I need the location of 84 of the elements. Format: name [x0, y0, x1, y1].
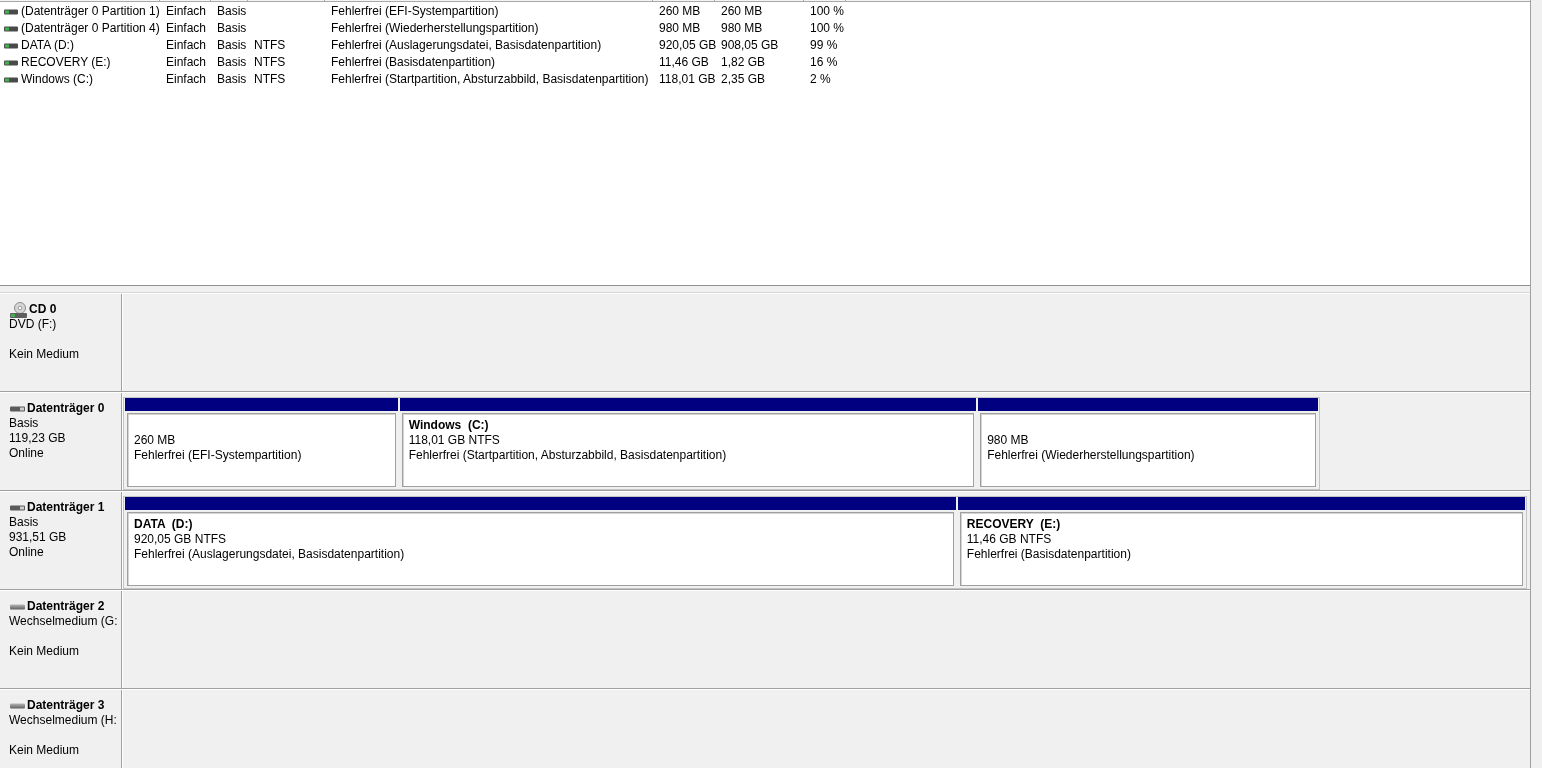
table-cell-text: 980 MB	[658, 20, 702, 37]
pane-splitter[interactable]	[0, 285, 1530, 293]
disk-status: Kein Medium	[9, 743, 80, 757]
partition-status: Fehlerfrei (Wiederherstellungspartition)	[987, 448, 1195, 463]
partition-status: Fehlerfrei (Startpartition, Absturzabbild, Basisdatenpartition)	[408, 448, 727, 463]
table-cell-text: Fehlerfrei (EFI-Systempartition)	[330, 3, 500, 20]
partition-status: Fehlerfrei (Auslagerungsdatei, Basisdatenpartition)	[134, 547, 405, 562]
table-cell-text: 908,05 GB	[720, 37, 780, 54]
disk-status: Kein Medium	[9, 644, 80, 658]
table-cell-text: Basis	[216, 20, 248, 37]
removable-drive-icon	[10, 702, 25, 709]
disk-type: DVD (F:)	[9, 317, 57, 331]
disk-status: Online	[9, 446, 44, 460]
drive-icon	[4, 59, 18, 66]
disc-drive-icon	[10, 301, 27, 318]
table-cell-text: Einfach	[165, 37, 208, 54]
disk-name: Datenträger 3	[27, 698, 105, 713]
partition-size: 980 MB	[987, 433, 1029, 448]
disk-status: Kein Medium	[9, 347, 80, 361]
volume-name[interactable]: (Datenträger 0 Partition 1)	[21, 3, 160, 20]
table-cell-text: 118,01 GB	[658, 71, 715, 88]
table-cell-text: Fehlerfrei (Auslagerungsdatei, Basisdatenpartition)	[330, 37, 603, 54]
drive-icon	[4, 42, 18, 49]
partition-size: 260 MB	[134, 433, 176, 448]
table-cell-text: 980 MB	[720, 20, 764, 37]
partition-status: Fehlerfrei (Basisdatenpartition)	[966, 547, 1131, 562]
partition-tile[interactable]: DATA (D:) 920,05 GB NTFS Fehlerfrei (Auslagerungsdatei, Basisdatenpartition)	[127, 512, 954, 586]
partition-tile[interactable]: 260 MB Fehlerfrei (EFI-Systempartition)	[127, 413, 396, 487]
table-cell-text: 100 %	[809, 3, 846, 20]
table-cell-text: 2,35 GB	[720, 71, 767, 88]
disk-size: 931,51 GB	[9, 530, 67, 544]
partition-size: 920,05 GB NTFS	[134, 532, 227, 547]
table-cell-text: Fehlerfrei (Wiederherstellungspartition)	[330, 20, 540, 37]
table-cell-text: Basis	[216, 71, 248, 88]
drive-icon	[4, 76, 18, 83]
table-cell-text: 11,46 GB	[658, 54, 710, 71]
disk-name: Datenträger 2	[27, 599, 105, 614]
table-cell-text: NTFS	[253, 71, 287, 88]
partition-size: 11,46 GB NTFS	[966, 532, 1052, 547]
disk-name: CD 0	[29, 302, 57, 317]
disk-size: 119,23 GB	[9, 431, 66, 445]
partition-name: RECOVERY (E:)	[966, 517, 1061, 532]
table-cell-text: 1,82 GB	[720, 54, 767, 71]
disk-type: Basis	[9, 515, 39, 529]
volume-name[interactable]: RECOVERY (E:)	[21, 54, 111, 71]
table-cell-text: Fehlerfrei (Startpartition, Absturzabbild, Basisdatenpartition)	[330, 71, 650, 88]
volume-name[interactable]: DATA (D:)	[21, 37, 74, 54]
partition-tile[interactable]: RECOVERY (E:) 11,46 GB NTFS Fehlerfrei (Basisdatenpartition)	[959, 512, 1523, 586]
disk-type: Wechselmedium (H:	[9, 713, 117, 727]
drive-icon	[4, 25, 18, 32]
partition-tile[interactable]: Windows (C:) 118,01 GB NTFS Fehlerfrei (Startpartition, Absturzabbild, Basisdatenpartition)	[401, 413, 975, 487]
disk-name: Datenträger 0	[27, 401, 105, 416]
table-cell-text: 99 %	[809, 37, 839, 54]
table-cell-text: Einfach	[165, 54, 208, 71]
partition-status: Fehlerfrei (EFI-Systempartition)	[134, 448, 302, 463]
table-cell-text: 920,05 GB	[658, 37, 715, 54]
table-cell-text: 2 %	[809, 71, 832, 88]
volume-name[interactable]: Windows (C:)	[21, 71, 93, 88]
disk-type: Basis	[9, 416, 39, 430]
table-cell-text: Fehlerfrei (Basisdatenpartition)	[330, 54, 497, 71]
table-cell-text: Einfach	[165, 20, 208, 37]
removable-drive-icon	[10, 603, 25, 610]
table-cell-text: Einfach	[165, 3, 208, 20]
drive-icon	[10, 405, 25, 412]
disk-status: Online	[9, 545, 44, 559]
partition-tile[interactable]: 980 MB Fehlerfrei (Wiederherstellungspartition)	[980, 413, 1316, 487]
table-cell-text: Basis	[216, 37, 248, 54]
table-cell-text: Basis	[216, 3, 248, 20]
disk-name: Datenträger 1	[27, 500, 105, 515]
drive-icon	[10, 504, 25, 511]
table-cell-text: NTFS	[253, 37, 287, 54]
partition-name: DATA (D:)	[134, 517, 193, 532]
drive-icon	[4, 8, 18, 15]
table-cell-text: Basis	[216, 54, 248, 71]
volume-name[interactable]: (Datenträger 0 Partition 4)	[21, 20, 160, 37]
table-cell-text: 100 %	[809, 20, 846, 37]
table-cell-text: 260 MB	[658, 3, 702, 20]
table-cell-text: NTFS	[253, 54, 287, 71]
partition-size: 118,01 GB NTFS	[408, 433, 500, 448]
table-cell-text: 16 %	[809, 54, 839, 71]
disk-type: Wechselmedium (G:	[9, 614, 118, 628]
partition-name: Windows (C:)	[408, 418, 489, 433]
table-cell-text: Einfach	[165, 71, 208, 88]
table-cell-text: 260 MB	[720, 3, 764, 20]
